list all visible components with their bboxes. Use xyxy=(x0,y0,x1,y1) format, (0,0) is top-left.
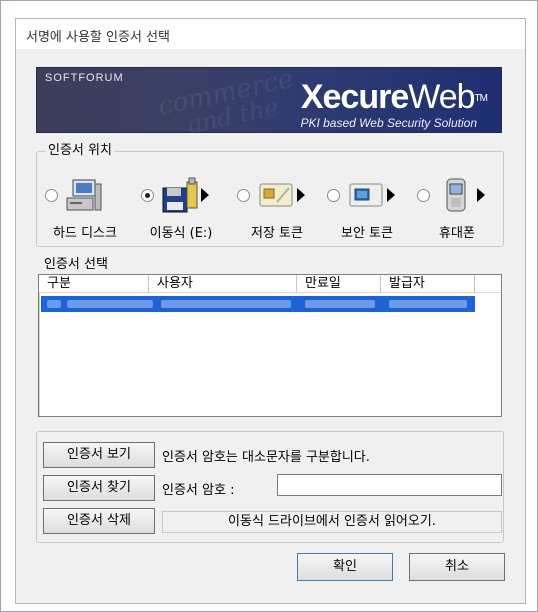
find-cert-button[interactable]: 인증서 찾기 xyxy=(43,475,155,501)
cancel-button[interactable]: 취소 xyxy=(409,553,505,581)
computer-icon xyxy=(66,179,102,211)
location-mobile-phone[interactable]: 휴대폰 xyxy=(411,174,503,244)
column-expiry[interactable]: 만료일 xyxy=(297,275,381,293)
cert-location-title: 인증서 위치 xyxy=(45,143,115,159)
certificate-list[interactable]: 구분 사용자 만료일 발급자 xyxy=(38,274,502,417)
status-text: 이동식 드라이브에서 인증서 읽어오기. xyxy=(162,511,502,533)
radio-storage-token[interactable] xyxy=(237,189,250,202)
label-security-token: 보안 토큰 xyxy=(341,226,393,241)
list-header: 구분 사용자 만료일 발급자 xyxy=(39,275,501,293)
radio-security-token[interactable] xyxy=(327,189,340,202)
chevron-right-icon[interactable] xyxy=(201,188,209,202)
smart-card-icon xyxy=(259,183,293,207)
chevron-right-icon[interactable] xyxy=(477,188,485,202)
blurred-cell xyxy=(47,300,61,308)
column-issuer[interactable]: 발급자 xyxy=(381,275,475,293)
banner-tagline: PKI based Web Security Solution xyxy=(300,116,477,130)
password-label: 인증서 암호 : xyxy=(162,483,235,498)
certificate-dialog: 서명에 사용할 인증서 선택 commerce and the SOFTFORU… xyxy=(15,18,526,604)
location-hard-disk[interactable]: 하드 디스크 xyxy=(39,174,131,244)
location-security-token[interactable]: 보안 토큰 xyxy=(321,174,413,244)
mobile-phone-icon xyxy=(446,178,466,212)
xecureweb-banner: commerce and the SOFTFORUM XecureWebTM P… xyxy=(36,67,502,133)
location-storage-token[interactable]: 저장 토큰 xyxy=(231,174,323,244)
radio-hard-disk[interactable] xyxy=(45,189,58,202)
xecureweb-logo: XecureWebTM xyxy=(300,78,488,116)
label-storage-token: 저장 토큰 xyxy=(251,226,303,241)
security-token-icon xyxy=(349,183,383,207)
blurred-cell xyxy=(389,300,467,308)
password-notice: 인증서 암호는 대소문자를 구분합니다. xyxy=(162,450,370,465)
view-cert-button[interactable]: 인증서 보기 xyxy=(43,442,155,468)
cert-location-group: 인증서 위치 하드 디스크 이동식 (E:) 저장 토큰 보안 토큰 휴대폰 xyxy=(36,143,504,247)
window-title: 서명에 사용할 인증서 선택 xyxy=(26,30,170,45)
label-mobile-phone: 휴대폰 xyxy=(439,226,475,241)
location-removable[interactable]: 이동식 (E:) xyxy=(135,174,227,244)
label-removable: 이동식 (E:) xyxy=(149,226,213,241)
ok-button[interactable]: 확인 xyxy=(297,553,393,581)
floppy-usb-icon xyxy=(162,177,198,213)
blurred-cell xyxy=(161,300,291,308)
softforum-logo: SOFTFORUM xyxy=(45,72,124,84)
blurred-cell xyxy=(67,300,153,308)
blurred-cell xyxy=(305,300,375,308)
brand-light: Web xyxy=(408,78,475,116)
title-bar: 서명에 사용할 인증서 선택 xyxy=(16,19,525,49)
screenshot-frame: 서명에 사용할 인증서 선택 commerce and the SOFTFORU… xyxy=(0,0,538,612)
brand-bold: Xecure xyxy=(300,78,409,116)
password-input[interactable] xyxy=(277,474,502,496)
radio-mobile-phone[interactable] xyxy=(417,189,430,202)
chevron-right-icon[interactable] xyxy=(297,188,305,202)
cert-select-title: 인증서 선택 xyxy=(44,257,108,272)
radio-removable[interactable] xyxy=(141,189,154,202)
chevron-right-icon[interactable] xyxy=(387,188,395,202)
table-row[interactable] xyxy=(41,296,475,312)
trademark: TM xyxy=(474,93,488,104)
column-user[interactable]: 사용자 xyxy=(149,275,297,293)
column-type[interactable]: 구분 xyxy=(39,275,149,293)
delete-cert-button[interactable]: 인증서 삭제 xyxy=(43,508,155,534)
label-hard-disk: 하드 디스크 xyxy=(53,226,117,241)
